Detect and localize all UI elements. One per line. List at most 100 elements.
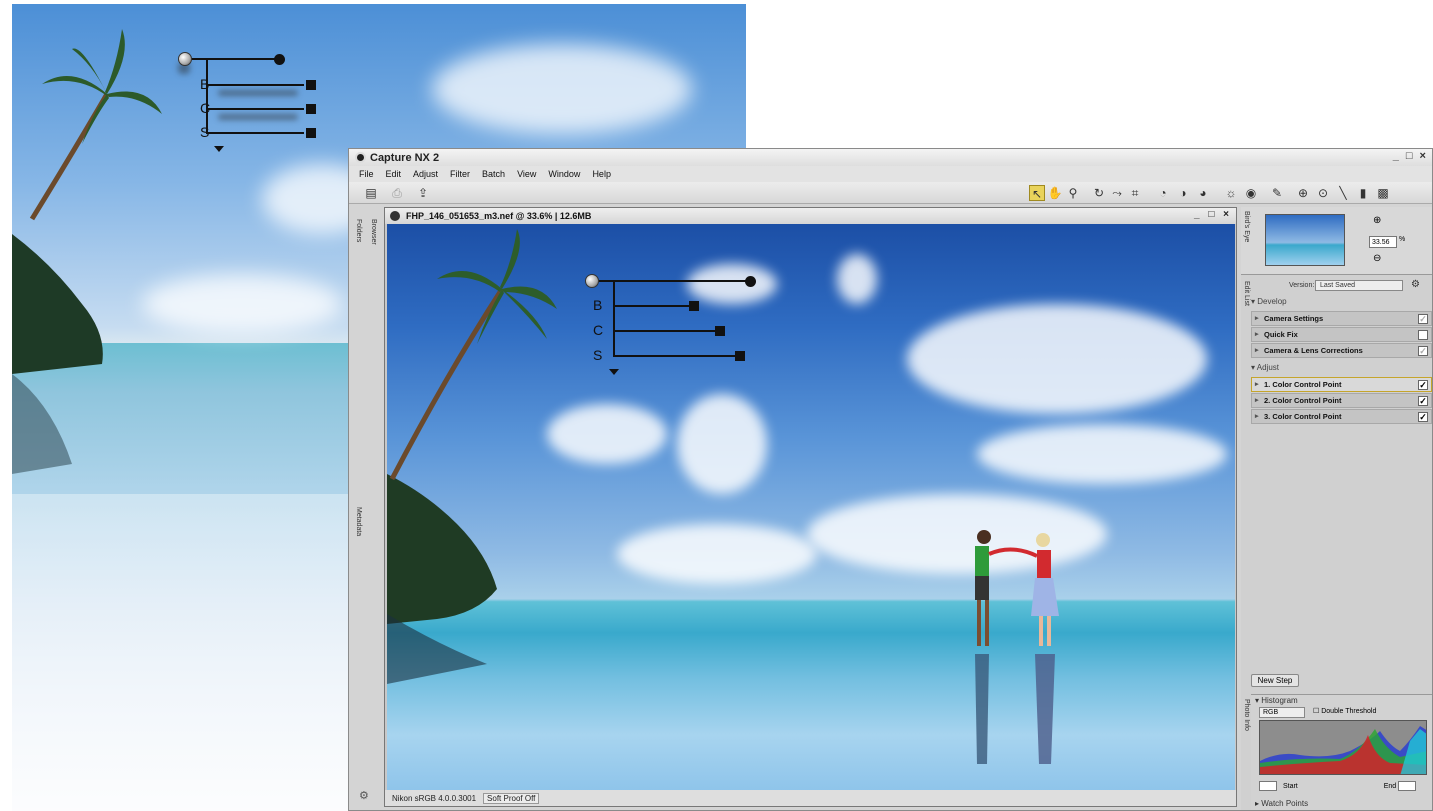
- size-slider-knob[interactable]: [745, 276, 756, 287]
- menu-view[interactable]: View: [517, 169, 536, 179]
- step-checkbox[interactable]: ✓: [1418, 396, 1428, 406]
- step-checkbox[interactable]: [1418, 330, 1428, 340]
- expand-arrow-icon[interactable]: ▸: [1255, 344, 1259, 357]
- menu-filter[interactable]: Filter: [450, 169, 470, 179]
- step-quick-fix[interactable]: ▸ Quick Fix: [1251, 327, 1432, 342]
- fill-remove-icon[interactable]: ▩: [1375, 185, 1391, 201]
- white-point-icon[interactable]: ◕: [1195, 185, 1211, 201]
- folders-tab[interactable]: Folders: [355, 219, 362, 242]
- photo-info-tab[interactable]: Photo Info: [1243, 699, 1250, 731]
- menu-help[interactable]: Help: [592, 169, 611, 179]
- contrast-slider-knob[interactable]: [715, 326, 725, 336]
- menu-batch[interactable]: Batch: [482, 169, 505, 179]
- image-window-controls[interactable]: _ □ ×: [1194, 209, 1232, 220]
- step-color-control-point-3[interactable]: ▸ 3. Color Control Point ✓: [1251, 409, 1432, 424]
- zoom-out-icon[interactable]: ⊖: [1373, 253, 1381, 264]
- toolbar: ▤ ⎙ ⇪ ↖ ✋ ⚲ ↻ ⤳ ⌗ ◔ ◑ ◕ ☼ ◉ ✎ ⊕ ⊙ ╲ ▮ ▩: [349, 182, 1432, 204]
- saturation-slider-knob[interactable]: [735, 351, 745, 361]
- double-threshold-checkbox[interactable]: ☐ Double Threshold: [1313, 707, 1376, 715]
- zoom-tool-icon[interactable]: ⚲: [1065, 185, 1081, 201]
- expand-arrow-icon[interactable]: ▸: [1255, 312, 1259, 325]
- brightness-label: B: [593, 297, 603, 313]
- menu-window[interactable]: Window: [548, 169, 580, 179]
- hand-tool-icon[interactable]: ✋: [1047, 185, 1063, 201]
- image-title: FHP_146_051653_m3.nef @ 33.6% | 12.6MB: [406, 211, 592, 221]
- step-color-control-point-1[interactable]: ▸ 1. Color Control Point ✓: [1251, 377, 1432, 392]
- zoom-input[interactable]: 33.56: [1369, 236, 1397, 248]
- print-icon[interactable]: ⎙: [389, 185, 405, 201]
- zoom-in-icon[interactable]: ⊕: [1373, 215, 1381, 226]
- browser-tab[interactable]: Browser: [370, 219, 377, 245]
- step-checkbox[interactable]: ✓: [1418, 314, 1428, 324]
- auto-retouch-brush-icon[interactable]: ✎: [1269, 185, 1285, 201]
- straighten-tool-icon[interactable]: ⤳: [1109, 185, 1125, 201]
- right-panel: Bird's Eye ⊕ 33.56 % ⊖ Edit List Version…: [1241, 207, 1432, 810]
- watch-points-header[interactable]: ▸ Watch Points: [1255, 799, 1308, 808]
- zoom-unit: %: [1399, 236, 1406, 243]
- menu-edit[interactable]: Edit: [386, 169, 402, 179]
- birds-eye-thumbnail[interactable]: [1265, 214, 1345, 266]
- screenshot-stage: B C S Capture NX 2 _ □ × File Edit Adjus…: [0, 0, 1433, 811]
- end-input[interactable]: [1398, 781, 1417, 791]
- step-camera-settings[interactable]: ▸ Camera Settings ✓: [1251, 311, 1432, 326]
- color-control-point-icon[interactable]: ☼: [1223, 185, 1239, 201]
- contrast-slider-knob[interactable]: [306, 104, 316, 114]
- menu-bar: File Edit Adjust Filter Batch View Windo…: [349, 166, 1432, 182]
- menu-adjust[interactable]: Adjust: [413, 169, 438, 179]
- saturation-slider-knob[interactable]: [306, 128, 316, 138]
- crop-tool-icon[interactable]: ⌗: [1127, 185, 1143, 201]
- capture-nx-window: Capture NX 2 _ □ × File Edit Adjust Filt…: [348, 148, 1433, 811]
- rotate-tool-icon[interactable]: ↻: [1091, 185, 1107, 201]
- histogram-channel-select[interactable]: RGB: [1259, 707, 1305, 718]
- output-icon[interactable]: ⇪: [415, 185, 431, 201]
- menu-file[interactable]: File: [359, 169, 374, 179]
- edit-list-settings-gear-icon[interactable]: ⚙: [1411, 279, 1420, 290]
- start-label: Start: [1282, 782, 1298, 790]
- end-label: End: [1383, 782, 1397, 790]
- step-checkbox[interactable]: ✓: [1418, 380, 1428, 390]
- expand-triangle-icon[interactable]: [609, 369, 619, 375]
- settings-gear-icon[interactable]: ⚙: [359, 789, 369, 802]
- develop-section-header[interactable]: ▾ Develop: [1251, 297, 1287, 306]
- adjust-section-header[interactable]: ▾ Adjust: [1251, 363, 1279, 372]
- start-input[interactable]: [1259, 781, 1277, 791]
- soft-proof-select[interactable]: Soft Proof Off: [483, 792, 540, 804]
- metadata-tab[interactable]: Metadata: [355, 507, 362, 536]
- expand-arrow-icon[interactable]: ▸: [1255, 410, 1259, 423]
- expand-arrow-icon[interactable]: ▸: [1255, 394, 1259, 407]
- lasso-icon[interactable]: ⊙: [1315, 185, 1331, 201]
- expand-arrow-icon[interactable]: ▸: [1255, 378, 1259, 391]
- window-controls[interactable]: _ □ ×: [1393, 150, 1428, 162]
- neutral-point-icon[interactable]: ◑: [1175, 185, 1191, 201]
- versions-select[interactable]: Last Saved: [1315, 280, 1403, 291]
- expand-triangle-icon[interactable]: [214, 146, 224, 152]
- brightness-slider-knob[interactable]: [306, 80, 316, 90]
- step-checkbox[interactable]: ✓: [1418, 346, 1428, 356]
- red-eye-icon[interactable]: ◉: [1243, 185, 1259, 201]
- birds-eye-tab[interactable]: Bird's Eye: [1243, 211, 1250, 242]
- edit-list-tab[interactable]: Edit List: [1243, 281, 1250, 306]
- histogram-header[interactable]: ▾ Histogram: [1255, 696, 1298, 705]
- histogram-panel: ▾ Histogram RGB ☐ Double Threshold Start…: [1251, 694, 1432, 810]
- color-profile: Nikon sRGB 4.0.0.3001: [392, 793, 477, 803]
- fill-icon[interactable]: ▮: [1355, 185, 1371, 201]
- photo-scene: [387, 229, 1059, 764]
- gradient-icon[interactable]: ╲: [1335, 185, 1351, 201]
- image-window: FHP_146_051653_m3.nef @ 33.6% | 12.6MB _…: [384, 207, 1237, 807]
- edit-list-panel: Version: Last Saved ⚙ ▾ Develop ▸ Camera …: [1251, 277, 1432, 687]
- photo-canvas[interactable]: B C S: [387, 224, 1235, 792]
- step-camera-lens-corrections[interactable]: ▸ Camera & Lens Corrections ✓: [1251, 343, 1432, 358]
- direct-select-tool-icon[interactable]: ↖: [1029, 185, 1045, 201]
- size-slider-knob[interactable]: [274, 54, 285, 65]
- step-checkbox[interactable]: ✓: [1418, 412, 1428, 422]
- step-color-control-point-2[interactable]: ▸ 2. Color Control Point ✓: [1251, 393, 1432, 408]
- versions-row: Version: Last Saved ⚙: [1251, 279, 1432, 293]
- control-point-handle[interactable]: [178, 52, 192, 66]
- new-step-button[interactable]: New Step: [1251, 674, 1299, 687]
- selection-brush-icon[interactable]: ⊕: [1295, 185, 1311, 201]
- browser-toggle-icon[interactable]: ▤: [363, 185, 379, 201]
- black-point-icon[interactable]: ◔: [1155, 185, 1171, 201]
- brightness-slider-knob[interactable]: [689, 301, 699, 311]
- expand-arrow-icon[interactable]: ▸: [1255, 328, 1259, 341]
- control-point-handle[interactable]: [585, 274, 599, 288]
